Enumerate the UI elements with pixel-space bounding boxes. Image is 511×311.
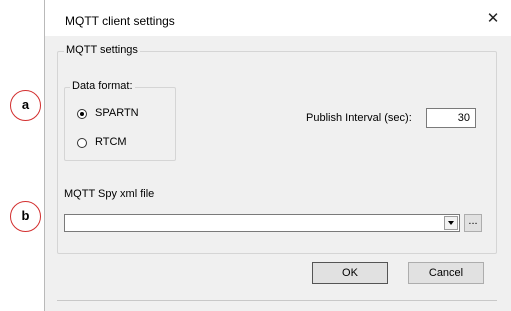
callout-b: b xyxy=(10,201,41,232)
footer-divider xyxy=(57,300,497,301)
mqtt-settings-legend: MQTT settings xyxy=(64,44,140,56)
ok-button[interactable]: OK xyxy=(312,262,388,284)
data-format-group: Data format: SPARTN RTCM xyxy=(64,80,176,161)
cancel-button[interactable]: Cancel xyxy=(408,262,484,284)
mqtt-settings-group: MQTT settings Data format: SPARTN RTCM P… xyxy=(57,44,497,254)
browse-button[interactable]: ... xyxy=(464,214,482,232)
data-format-legend: Data format: xyxy=(70,80,135,92)
radio-rtcm-indicator[interactable] xyxy=(77,138,87,148)
mqtt-client-settings-dialog: MQTT client settings ✕ MQTT settings Dat… xyxy=(44,0,511,311)
radio-rtcm-label: RTCM xyxy=(95,136,127,148)
window-title: MQTT client settings xyxy=(65,14,175,28)
radio-rtcm[interactable]: RTCM xyxy=(77,136,157,150)
callout-a: a xyxy=(10,90,41,121)
publish-interval-label: Publish Interval (sec): xyxy=(306,112,412,124)
chevron-down-icon[interactable] xyxy=(444,216,458,230)
title-bar: MQTT client settings ✕ xyxy=(45,0,511,36)
spy-xml-file-label: MQTT Spy xml file xyxy=(64,188,155,200)
radio-spartn-label: SPARTN xyxy=(95,107,139,119)
radio-spartn-indicator[interactable] xyxy=(77,109,87,119)
close-icon[interactable]: ✕ xyxy=(480,7,506,31)
publish-interval-input[interactable]: 30 xyxy=(426,108,476,128)
radio-spartn[interactable]: SPARTN xyxy=(77,107,157,121)
spy-xml-file-combobox[interactable] xyxy=(64,214,460,232)
